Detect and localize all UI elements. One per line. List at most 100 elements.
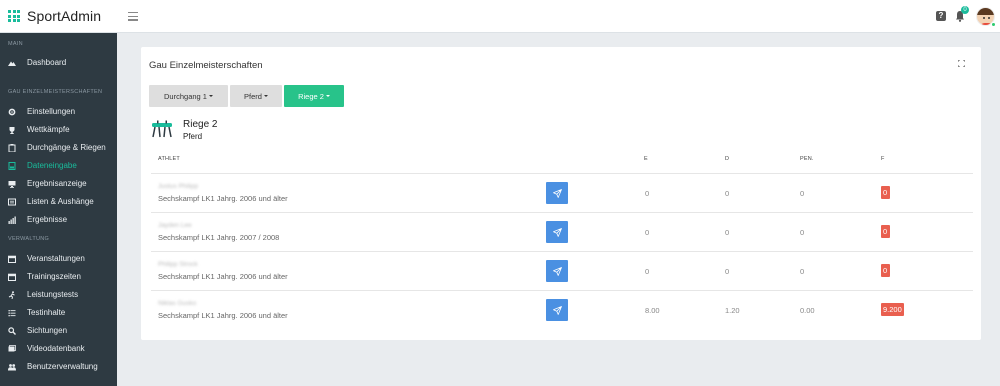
sidebar-item-label: Veranstaltungen	[27, 254, 85, 263]
score-e: 0	[645, 228, 650, 237]
send-icon	[552, 266, 562, 276]
score-e: 0	[645, 267, 650, 276]
score-e: 0	[645, 189, 650, 198]
list-icon	[8, 198, 16, 206]
menu-toggle-icon[interactable]	[128, 12, 138, 23]
submit-score-button[interactable]	[546, 299, 568, 321]
riege-title: Riege 2	[183, 119, 218, 130]
sidebar-item-label: Durchgänge & Riegen	[27, 143, 106, 152]
sidebar: MAIN Dashboard GAU EINZELMEISTERSCHAFTEN…	[0, 33, 117, 386]
monitor-icon	[8, 180, 16, 188]
sidebar-item-dateneingabe[interactable]: Dateneingabe	[8, 159, 113, 172]
fullscreen-icon[interactable]	[958, 60, 965, 67]
submit-score-button[interactable]	[546, 182, 568, 204]
durchgang-dropdown[interactable]: Durchgang 1	[149, 85, 228, 107]
data-entry-icon	[8, 161, 16, 170]
score-d: 1.20	[725, 306, 740, 315]
app-title: SportAdmin	[27, 8, 102, 24]
send-icon	[552, 227, 562, 237]
sidebar-item-trainingszeiten[interactable]: Trainingszeiten	[8, 270, 113, 283]
column-header-f: F	[881, 156, 885, 162]
sidebar-section-competition: GAU EINZELMEISTERSCHAFTEN	[8, 89, 103, 95]
page-title: Gau Einzelmeisterschaften	[149, 60, 263, 71]
score-d: 0	[725, 228, 730, 237]
scoring-card: Gau Einzelmeisterschaften Durchgang 1 Pf…	[141, 47, 981, 340]
column-header-athlet: ATHLET	[158, 156, 180, 162]
table-row: Jayden Lee Sechskampf LK1 Jahrg. 2007 / …	[151, 213, 973, 251]
table-row: Niklas Gusko Sechskampf LK1 Jahrg. 2006 …	[151, 291, 973, 329]
sidebar-item-label: Dateneingabe	[27, 161, 77, 170]
score-final-badge: 9.200	[881, 303, 904, 316]
sidebar-item-label: Einstellungen	[27, 107, 76, 116]
submit-score-button[interactable]	[546, 221, 568, 243]
caret-down-icon	[263, 95, 268, 97]
calendar-icon	[8, 255, 16, 263]
sidebar-item-ergebnisanzeige[interactable]: Ergebnisanzeige	[8, 177, 113, 190]
score-final-badge: 0	[881, 264, 890, 277]
athlete-category: Sechskampf LK1 Jahrg. 2006 und älter	[158, 272, 288, 281]
score-pen: 0	[800, 189, 805, 198]
sidebar-item-label: Leistungstests	[27, 290, 79, 299]
sidebar-item-label: Ergebnisanzeige	[27, 179, 87, 188]
sidebar-item-veranstaltungen[interactable]: Veranstaltungen	[8, 252, 113, 265]
table-row: Philipp Strock Sechskampf LK1 Jahrg. 200…	[151, 252, 973, 290]
sidebar-item-leistungstests[interactable]: Leistungstests	[8, 288, 113, 301]
sidebar-item-dashboard[interactable]: Dashboard	[8, 56, 113, 69]
athlete-name: Niklas Gusko	[158, 300, 197, 307]
users-icon	[8, 363, 16, 371]
table-row: Justus Philipp Sechskampf LK1 Jahrg. 200…	[151, 174, 973, 212]
score-d: 0	[725, 189, 730, 198]
athlete-category: Sechskampf LK1 Jahrg. 2006 und älter	[158, 194, 288, 203]
score-pen: 0	[800, 228, 805, 237]
sidebar-item-testinhalte[interactable]: Testinhalte	[8, 306, 113, 319]
sidebar-item-listen[interactable]: Listen & Aushänge	[8, 195, 113, 208]
trophy-icon	[8, 126, 16, 134]
athlete-name: Philipp Strock	[158, 261, 198, 268]
send-icon	[552, 305, 562, 315]
geraet-dropdown[interactable]: Pferd	[230, 85, 282, 107]
sidebar-item-label: Wettkämpfe	[27, 125, 70, 134]
clipboard-icon	[8, 143, 16, 152]
sidebar-item-label: Listen & Aushänge	[27, 197, 94, 206]
sidebar-item-einstellungen[interactable]: Einstellungen	[8, 105, 113, 118]
score-pen: 0	[800, 267, 805, 276]
video-icon	[8, 344, 16, 353]
submit-score-button[interactable]	[546, 260, 568, 282]
caret-down-icon	[208, 95, 213, 97]
score-d: 0	[725, 267, 730, 276]
online-status-dot	[991, 22, 996, 27]
sidebar-item-label: Sichtungen	[27, 326, 68, 335]
app-logo[interactable]: SportAdmin	[8, 8, 101, 24]
caret-down-icon	[325, 95, 330, 97]
sidebar-item-sichtungen[interactable]: Sichtungen	[8, 324, 113, 337]
pommel-horse-icon	[152, 120, 172, 138]
athlete-category: Sechskampf LK1 Jahrg. 2006 und älter	[158, 311, 288, 320]
column-header-d: D	[725, 156, 730, 162]
sidebar-item-wettkaempfe[interactable]: Wettkämpfe	[8, 123, 113, 136]
riege-dropdown[interactable]: Riege 2	[284, 85, 344, 107]
gear-icon	[8, 108, 16, 116]
top-header: SportAdmin ? 0	[0, 0, 1000, 33]
riege-dropdown-label: Riege 2	[298, 91, 324, 101]
column-header-e: E	[644, 156, 648, 162]
notification-badge: 0	[961, 6, 969, 14]
column-header-pen: PEN.	[800, 156, 814, 162]
sidebar-item-label: Testinhalte	[27, 308, 66, 317]
sidebar-section-verwaltung: VERWALTUNG	[8, 236, 50, 242]
help-icon[interactable]: ?	[936, 11, 946, 21]
runner-icon	[8, 290, 16, 299]
sidebar-item-videodatenbank[interactable]: Videodatenbank	[8, 342, 113, 355]
score-e: 8.00	[645, 306, 660, 315]
score-final-badge: 0	[881, 186, 890, 199]
sidebar-item-durchgaenge[interactable]: Durchgänge & Riegen	[8, 141, 113, 154]
sidebar-item-benutzerverwaltung[interactable]: Benutzerverwaltung	[8, 360, 113, 373]
bar-chart-icon	[8, 216, 16, 224]
calendar-icon	[8, 273, 16, 281]
geraet-dropdown-label: Pferd	[244, 91, 262, 101]
athlete-category: Sechskampf LK1 Jahrg. 2007 / 2008	[158, 233, 280, 242]
sidebar-item-label: Dashboard	[27, 58, 67, 67]
search-icon	[8, 326, 16, 335]
sidebar-item-ergebnisse[interactable]: Ergebnisse	[8, 213, 113, 226]
sidebar-section-main: MAIN	[8, 41, 23, 47]
send-icon	[552, 188, 562, 198]
